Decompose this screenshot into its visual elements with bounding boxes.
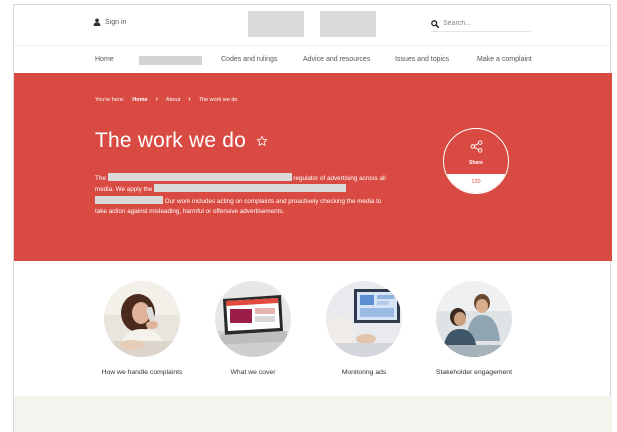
- card-monitoring-ads[interactable]: Monitoring ads: [304, 281, 424, 376]
- card-how-we-handle-complaints[interactable]: How we handle complaints: [82, 281, 202, 376]
- nav-item-make-a-complaint[interactable]: Make a complaint: [477, 56, 532, 63]
- share-count-band: 120: [444, 174, 508, 193]
- card-stakeholder-engagement[interactable]: Stakeholder engagement: [414, 281, 534, 376]
- nav-item-home[interactable]: Home: [95, 56, 114, 63]
- share-icon: [470, 140, 483, 153]
- logo-placeholder[interactable]: [248, 11, 304, 37]
- breadcrumb-about[interactable]: About: [166, 97, 180, 103]
- redacted-text: [95, 195, 163, 204]
- woman-on-phone-photo[interactable]: [104, 281, 180, 357]
- monitor-analytics-photo[interactable]: [326, 281, 402, 357]
- chevron-right-icon: ›: [155, 96, 158, 103]
- hero-banner: You're here: Home › About › The work we …: [14, 73, 612, 261]
- sign-in-link[interactable]: Sign in: [93, 18, 126, 26]
- user-icon: [93, 18, 101, 26]
- footer-band: [14, 396, 612, 432]
- search-box[interactable]: [431, 16, 531, 32]
- nav-item-redacted[interactable]: [139, 56, 202, 65]
- nav-item-codes-and-rulings[interactable]: Codes and rulings: [221, 56, 277, 63]
- card-what-we-cover[interactable]: What we cover: [193, 281, 313, 376]
- card-label: Monitoring ads: [341, 369, 387, 376]
- share-label: Share: [469, 160, 483, 166]
- nav-item-issues-and-topics[interactable]: Issues and topics: [395, 56, 449, 63]
- search-icon[interactable]: [431, 19, 439, 28]
- sign-in-label: Sign in: [105, 18, 127, 26]
- share-button[interactable]: Share 120: [443, 128, 509, 194]
- nav-item-advice-and-resources[interactable]: Advice and resources: [303, 56, 370, 63]
- hero-description: The regulator of advertising across all …: [95, 173, 395, 218]
- breadcrumb-home[interactable]: Home: [132, 97, 147, 103]
- breadcrumb-current: The work we do: [198, 96, 238, 103]
- hero-text-part-1: The: [95, 175, 106, 182]
- chevron-right-icon: ›: [188, 96, 191, 103]
- share-count: 120: [471, 179, 481, 185]
- page-title: The work we do: [95, 129, 247, 152]
- page-title-row: The work we do: [95, 129, 268, 153]
- search-input[interactable]: [443, 20, 523, 27]
- top-bar: Sign in: [14, 5, 612, 45]
- meeting-photo[interactable]: [436, 281, 512, 357]
- partner-logo-placeholder[interactable]: [320, 11, 376, 37]
- breadcrumb-prefix: You're here:: [95, 96, 125, 103]
- card-label: Stakeholder engagement: [436, 369, 512, 376]
- card-label: How we handle complaints: [101, 369, 183, 376]
- card-label: What we cover: [230, 369, 276, 376]
- star-icon[interactable]: [256, 135, 268, 147]
- feature-cards: How we handle complaints What we cover M…: [14, 261, 612, 396]
- main-nav: Home Codes and rulings Advice and resour…: [14, 45, 612, 73]
- redacted-text: [154, 184, 347, 193]
- laptop-website-photo[interactable]: [215, 281, 291, 357]
- page-frame: Sign in Home Codes and rulings Advice an…: [13, 4, 612, 432]
- breadcrumb: You're here: Home › About › The work we …: [95, 96, 237, 103]
- redacted-text: [107, 173, 292, 181]
